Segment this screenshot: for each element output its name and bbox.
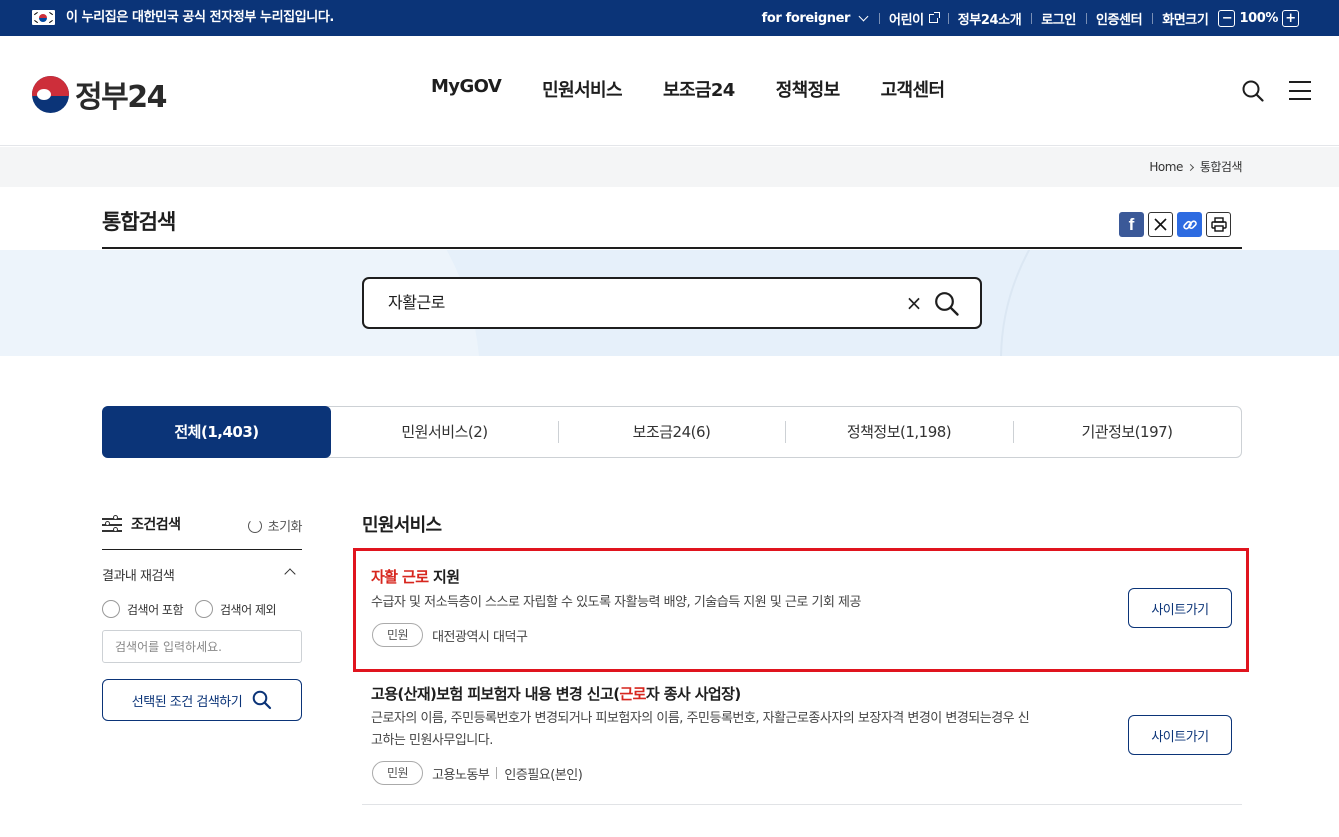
site-link-button[interactable]: 사이트가기 bbox=[1128, 715, 1232, 755]
result-description: 근로자의 이름, 주민등록번호가 변경되거나 피보험자의 이름, 주민등록번호,… bbox=[371, 711, 1030, 748]
x-twitter-icon[interactable] bbox=[1148, 212, 1173, 237]
search-icon[interactable] bbox=[1242, 80, 1264, 102]
zoom-level: 100% bbox=[1239, 10, 1278, 26]
meta-divider bbox=[496, 767, 498, 779]
breadcrumb-current: 통합검색 bbox=[1199, 160, 1243, 174]
filter-title: 조건검색 bbox=[102, 514, 181, 534]
breadcrumb-bar: Home 통합검색 bbox=[0, 147, 1339, 187]
refresh-icon bbox=[247, 518, 262, 533]
gov-banner-text: 이 누리집은 대한민국 공식 전자정부 누리집입니다. bbox=[66, 10, 334, 25]
refine-keyword-input[interactable] bbox=[102, 630, 302, 663]
include-keyword-radio[interactable]: 검색어 포함 bbox=[102, 600, 184, 618]
search-submit-icon[interactable] bbox=[934, 291, 960, 317]
tab-all[interactable]: 전체(1,403) bbox=[102, 406, 331, 458]
search-query: 자활근로 bbox=[388, 293, 445, 312]
copy-link-icon[interactable] bbox=[1177, 212, 1202, 237]
chevron-up-icon[interactable] bbox=[284, 568, 296, 580]
search-input[interactable]: 자활근로 × bbox=[362, 277, 982, 329]
reset-button[interactable]: 초기화 bbox=[247, 516, 303, 535]
tab-agency[interactable]: 기관정보(197) bbox=[1013, 407, 1241, 457]
external-link-icon bbox=[928, 11, 940, 23]
nav-item-civil-service[interactable]: 민원서비스 bbox=[521, 76, 642, 102]
radio-circle bbox=[102, 600, 120, 618]
site-logo[interactable]: 정부24 bbox=[32, 72, 167, 116]
radio-circle bbox=[195, 600, 214, 618]
category-badge: 민원 bbox=[372, 761, 424, 785]
result-meta: 민원 고용노동부 인증필요(본인) bbox=[372, 761, 583, 785]
logo-text: 정부24 bbox=[75, 80, 167, 115]
screen-size-control: 화면크기 − 100% + bbox=[1152, 9, 1313, 28]
nav-item-policy[interactable]: 정책정보 bbox=[755, 76, 860, 102]
filter-header: 조건검색 초기화 bbox=[102, 512, 303, 550]
result-divider bbox=[362, 804, 1242, 805]
chevron-down-icon bbox=[858, 11, 869, 21]
utility-menu: for foreigner 어린이 정부24소개 로그인 인증센터 화면크기 −… bbox=[752, 0, 1313, 36]
org-name: 고용노동부 bbox=[432, 767, 490, 783]
breadcrumb: Home 통합검색 bbox=[1149, 147, 1242, 187]
cert-center-link[interactable]: 인증센터 bbox=[1085, 9, 1152, 28]
clear-search-icon[interactable]: × bbox=[904, 291, 924, 315]
nav-item-support[interactable]: 고객센터 bbox=[860, 76, 965, 102]
page-title: 통합검색 bbox=[102, 210, 176, 234]
sliders-icon bbox=[102, 515, 122, 533]
section-title: 민원서비스 bbox=[362, 515, 442, 536]
facebook-icon[interactable]: f bbox=[1119, 212, 1144, 237]
nav-item-mygov[interactable]: MyGOV bbox=[410, 76, 521, 102]
kids-link[interactable]: 어린이 bbox=[879, 9, 948, 28]
result-tabs: 전체(1,403) 민원서비스(2) 보조금24(6) 정책정보(1,198) … bbox=[102, 406, 1242, 458]
tab-civil-service[interactable]: 민원서비스(2) bbox=[331, 407, 558, 457]
site-header: 정부24 MyGOV 민원서비스 보조금24 정책정보 고객센터 bbox=[0, 36, 1339, 146]
highlight-frame bbox=[353, 548, 1249, 672]
breadcrumb-home[interactable]: Home bbox=[1149, 160, 1183, 174]
hamburger-menu-icon[interactable] bbox=[1289, 81, 1311, 100]
for-foreigner-button[interactable]: for foreigner bbox=[752, 11, 879, 26]
taeguk-logo-icon bbox=[32, 75, 69, 113]
zoom-out-button[interactable]: − bbox=[1218, 9, 1236, 27]
search-icon bbox=[252, 690, 272, 710]
screen-size-label: 화면크기 bbox=[1162, 12, 1209, 28]
login-link[interactable]: 로그인 bbox=[1031, 9, 1086, 28]
result-title[interactable]: 고용(산재)보험 피보험자 내용 변경 신고(근로자 종사 사업장) bbox=[371, 683, 741, 704]
main-nav: MyGOV 민원서비스 보조금24 정책정보 고객센터 bbox=[410, 76, 964, 102]
print-icon[interactable] bbox=[1206, 212, 1231, 237]
apply-filter-button[interactable]: 선택된 조건 검색하기 bbox=[102, 679, 302, 721]
zoom-in-button[interactable]: + bbox=[1282, 9, 1299, 27]
refine-options: 검색어 포함 검색어 제외 bbox=[102, 600, 288, 618]
share-buttons: f bbox=[1119, 212, 1231, 237]
title-divider bbox=[102, 247, 1242, 249]
auth-required: 인증필요(본인) bbox=[504, 767, 583, 783]
chevron-right-icon bbox=[1186, 163, 1194, 172]
gov-banner: 이 누리집은 대한민국 공식 전자정부 누리집입니다. for foreigne… bbox=[0, 0, 1339, 36]
about-link[interactable]: 정부24소개 bbox=[947, 9, 1032, 28]
result-item: 고용(산재)보험 피보험자 내용 변경 신고(근로자 종사 사업장) 근로자의 … bbox=[362, 672, 1242, 804]
refine-search-label: 결과내 재검색 bbox=[102, 569, 175, 584]
nav-item-subsidy[interactable]: 보조금24 bbox=[642, 76, 755, 102]
tab-subsidy[interactable]: 보조금24(6) bbox=[558, 407, 785, 457]
korea-flag-icon bbox=[32, 10, 55, 25]
tab-policy[interactable]: 정책정보(1,198) bbox=[785, 407, 1013, 457]
exclude-keyword-radio[interactable]: 검색어 제외 bbox=[195, 600, 277, 618]
